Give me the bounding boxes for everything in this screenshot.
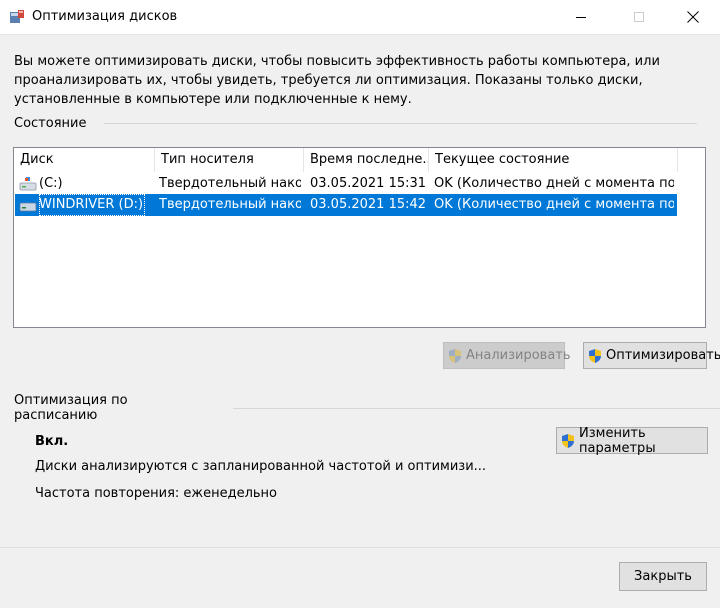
list-item-selected[interactable]: WINDRIVER (D:) Твердотельный нако... 03.…: [15, 194, 677, 216]
defrag-icon: [10, 10, 24, 23]
close-icon: [687, 11, 699, 23]
window-title: Оптимизация дисков: [32, 9, 178, 24]
media-type: Твердотельный нако...: [159, 176, 301, 191]
close-button[interactable]: Закрыть: [619, 562, 707, 591]
drive-icon: [19, 202, 37, 212]
column-header-media-type[interactable]: Тип носителя: [155, 148, 304, 172]
uac-shield-icon: [589, 348, 601, 363]
status-section-title: Состояние: [14, 115, 87, 131]
optimize-label: Оптимизировать: [606, 348, 720, 363]
schedule-info: Диски анализируются с запланированной ча…: [35, 459, 487, 474]
drives-list[interactable]: Диск Тип носителя Время последне... Теку…: [13, 147, 706, 328]
analyze-button[interactable]: Анализировать: [443, 342, 571, 369]
footer: [0, 547, 720, 608]
schedule-section-title: Оптимизация по расписанию: [14, 393, 128, 423]
optimize-drives-window: Оптимизация дисков Вы можете оптимизиров…: [0, 0, 720, 608]
maximize-button[interactable]: [616, 0, 662, 34]
divider: [104, 122, 698, 124]
uac-shield-icon: [562, 433, 574, 448]
uac-shield-icon: [449, 348, 461, 363]
change-settings-label: Изменить параметры: [579, 425, 656, 456]
close-window-button[interactable]: [670, 0, 716, 34]
media-type: Твердотельный нако...: [159, 197, 301, 212]
last-run-time: 03.05.2021 15:42: [310, 197, 427, 212]
list-item[interactable]: (C:) Твердотельный нако... 03.05.2021 15…: [15, 173, 677, 195]
schedule-frequency: Частота повторения: еженедельно: [35, 486, 278, 501]
current-status: OK (Количество дней с момента пос...: [434, 176, 674, 191]
minimize-button[interactable]: [558, 0, 604, 34]
divider: [232, 407, 720, 409]
list-header: Диск Тип носителя Время последне... Теку…: [14, 148, 705, 172]
analyze-label: Анализировать: [466, 348, 571, 363]
maximize-icon: [634, 12, 644, 22]
column-header-current-status[interactable]: Текущее состояние: [429, 148, 678, 172]
minimize-icon: [576, 17, 586, 18]
optimize-button[interactable]: Оптимизировать: [583, 342, 720, 369]
column-header-drive[interactable]: Диск: [14, 148, 155, 172]
schedule-state: Вкл.: [35, 434, 69, 449]
close-label: Закрыть: [634, 569, 692, 584]
last-run-time: 03.05.2021 15:31: [310, 176, 427, 191]
drive-name: (C:): [39, 176, 63, 191]
current-status: OK (Количество дней с момента пос...: [434, 197, 674, 212]
status-section-header: Состояние: [14, 115, 698, 131]
change-settings-button[interactable]: Изменить параметры: [556, 425, 708, 456]
description-text: Вы можете оптимизировать диски, чтобы по…: [14, 54, 660, 107]
drive-name: WINDRIVER (D:): [39, 194, 146, 216]
column-header-last-run[interactable]: Время последне...: [304, 148, 429, 172]
title-bar[interactable]: Оптимизация дисков: [0, 0, 720, 35]
schedule-section-header: Оптимизация по расписанию: [14, 393, 720, 423]
drive-icon: [19, 177, 37, 191]
